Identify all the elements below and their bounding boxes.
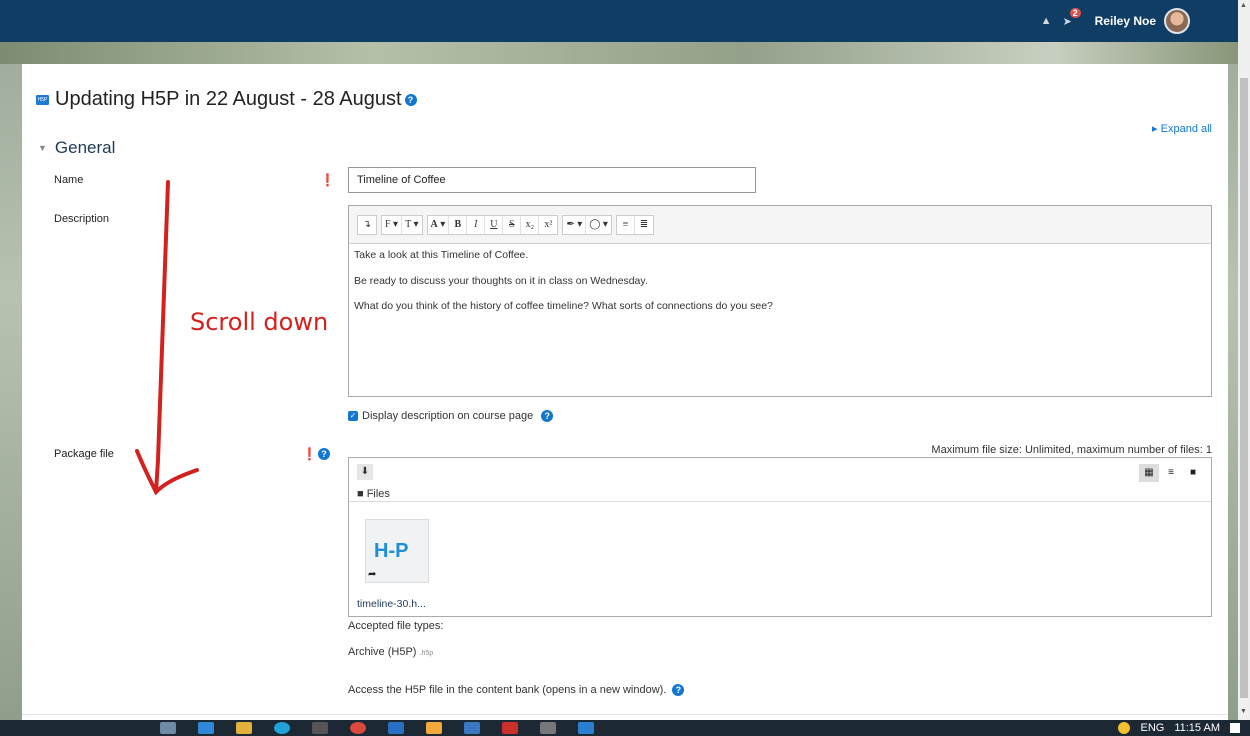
tray-icon[interactable] [1118,722,1131,734]
display-description-label: Display description on course page [362,410,534,422]
required-icon: ❗ [302,447,317,461]
accepted-types-label: Accepted file types: [348,620,444,632]
caret-down-icon: ▼ [38,143,47,153]
display-description-row: ✓ Display description on course page ? [348,410,554,422]
language-indicator[interactable]: ENG [1140,722,1164,734]
page-title-text: Updating H5P in 22 August - 28 August [55,88,402,110]
chrome-icon[interactable] [350,722,366,734]
lightbulb-icon[interactable]: ◯ ▾ [586,216,611,234]
header-banner [0,42,1238,64]
name-label: Name [54,174,84,186]
display-description-checkbox[interactable]: ✓ [348,411,358,421]
font-family-button[interactable]: F ▾ [382,215,403,234]
paragraph-style-button[interactable]: A ▾ [428,215,450,234]
file-explorer-icon[interactable] [236,722,252,734]
scroll-thumb[interactable] [1240,78,1248,698]
toggle-toolbar-icon[interactable]: ↴ [358,216,376,234]
name-input[interactable]: Timeline of Coffee [348,167,756,193]
bold-button[interactable]: B [449,215,468,234]
max-file-size-text: Maximum file size: Unlimited, maximum nu… [931,444,1212,456]
file-name[interactable]: timeline-30.h... [357,598,426,610]
task-view-icon[interactable] [160,722,176,734]
description-paragraph: Take a look at this Timeline of Coffee. [354,249,529,261]
word-icon[interactable] [388,722,404,734]
italic-button[interactable]: I [467,215,486,234]
underline-button[interactable]: U [485,215,504,234]
expand-all-link[interactable]: ▸ Expand all [1152,122,1212,135]
page-title: H5P Updating H5P in 22 August - 28 Augus… [36,88,417,111]
description-paragraph: Be ready to discuss your thoughts on it … [354,274,648,287]
bell-icon[interactable]: ▲ [1041,15,1053,27]
h5p-module-icon: H5P [36,94,49,105]
user-name[interactable]: Reiley Noe [1095,14,1156,28]
download-icon[interactable]: ⬇ [357,464,373,480]
grid-view-icon[interactable]: ▦ [1139,464,1159,482]
file-manager[interactable]: ⬇ ■ Files ▦ ≡ ■ H-P ➦ timeline-30.h... [348,457,1212,617]
annotation-text: Scroll down [190,308,329,336]
content-bank-text: Access the H5P file in the content bank … [348,684,667,696]
page-scrollbar[interactable]: ▲ ▼ [1238,0,1250,720]
expand-all-label: Expand all [1160,123,1212,135]
app-icon[interactable] [578,722,594,734]
section-general-toggle[interactable]: ▼ General [38,138,115,158]
package-file-label: Package file [54,448,114,460]
content-bank-note: Access the H5P file in the content bank … [348,684,685,696]
clock[interactable]: 11:15 AM [1174,722,1220,734]
list-view-icon[interactable]: ≡ [1161,464,1181,482]
edge-icon[interactable] [274,722,290,734]
messages-icon[interactable]: ➤ 2 [1063,8,1081,28]
description-label: Description [54,213,110,225]
folder-view-icon[interactable]: ■ [1183,464,1203,482]
brush-icon[interactable]: ✒ ▾ [563,215,587,234]
top-navbar: ▲ ➤ 2 Reiley Noe [0,0,1238,42]
notification-center-icon[interactable] [1230,723,1240,733]
bullet-list-icon[interactable]: ≡ [617,215,635,234]
os-taskbar: ENG 11:15 AM [0,720,1250,736]
notification-badge: 2 [1069,8,1081,18]
numbered-list-icon[interactable]: ≣ [635,216,653,234]
accepted-type-ext: .h5p [419,650,434,657]
files-breadcrumb-label: Files [366,488,390,500]
app-icon[interactable] [426,722,442,734]
description-editor[interactable]: ↴ F ▾ T ▾ A ▾ B I U Sx₂ x² ✒ ▾ ◯ ▾ ≡ ≣ Take a lo… [348,205,1212,397]
font-size-button[interactable]: T ▾ [402,216,421,234]
scroll-down-icon[interactable]: ▼ [1240,708,1247,715]
editor-content[interactable]: Take a look at this Timeline of Coffee. … [349,244,1211,333]
app-icon[interactable] [540,722,556,734]
required-icon: ❗ [320,173,335,187]
section-heading: General [54,138,116,157]
app-icon[interactable] [502,722,518,734]
app-icon[interactable] [312,722,328,734]
editor-toolbar: ↴ F ▾ T ▾ A ▾ B I U Sx₂ x² ✒ ▾ ◯ ▾ ≡ ≣ [349,206,1211,244]
help-icon[interactable]: ? [672,684,685,696]
main-content: H5P Updating H5P in 22 August - 28 Augus… [22,64,1228,720]
system-tray: ENG 11:15 AM [1118,720,1240,736]
help-icon[interactable]: ? [404,93,417,106]
files-breadcrumb[interactable]: ■ Files [357,488,390,500]
file-manager-toolbar: ⬇ ■ Files ▦ ≡ ■ [349,458,1211,502]
accepted-type-name: Archive (H5P) [348,646,417,658]
divider [22,714,1228,715]
app-icon[interactable] [464,722,480,734]
description-paragraph: What do you think of the history of coff… [354,300,773,312]
subscript-button[interactable]: x₂ [521,215,540,234]
view-switcher: ▦ ≡ ■ [1139,464,1203,482]
file-thumbnail[interactable]: H-P ➦ [365,519,429,583]
help-icon[interactable]: ? [541,410,554,422]
h5p-logo-icon: H-P [374,540,409,562]
share-arrow-icon: ➦ [368,569,377,580]
accepted-type-item: Archive (H5P) .h5p [348,646,433,658]
strikethrough-button[interactable]: S [503,215,522,234]
mail-icon[interactable] [198,722,214,734]
help-icon[interactable]: ? [318,448,330,460]
scroll-up-icon[interactable]: ▲ [1240,2,1247,9]
avatar[interactable] [1164,8,1190,34]
superscript-button[interactable]: x² [539,216,557,234]
